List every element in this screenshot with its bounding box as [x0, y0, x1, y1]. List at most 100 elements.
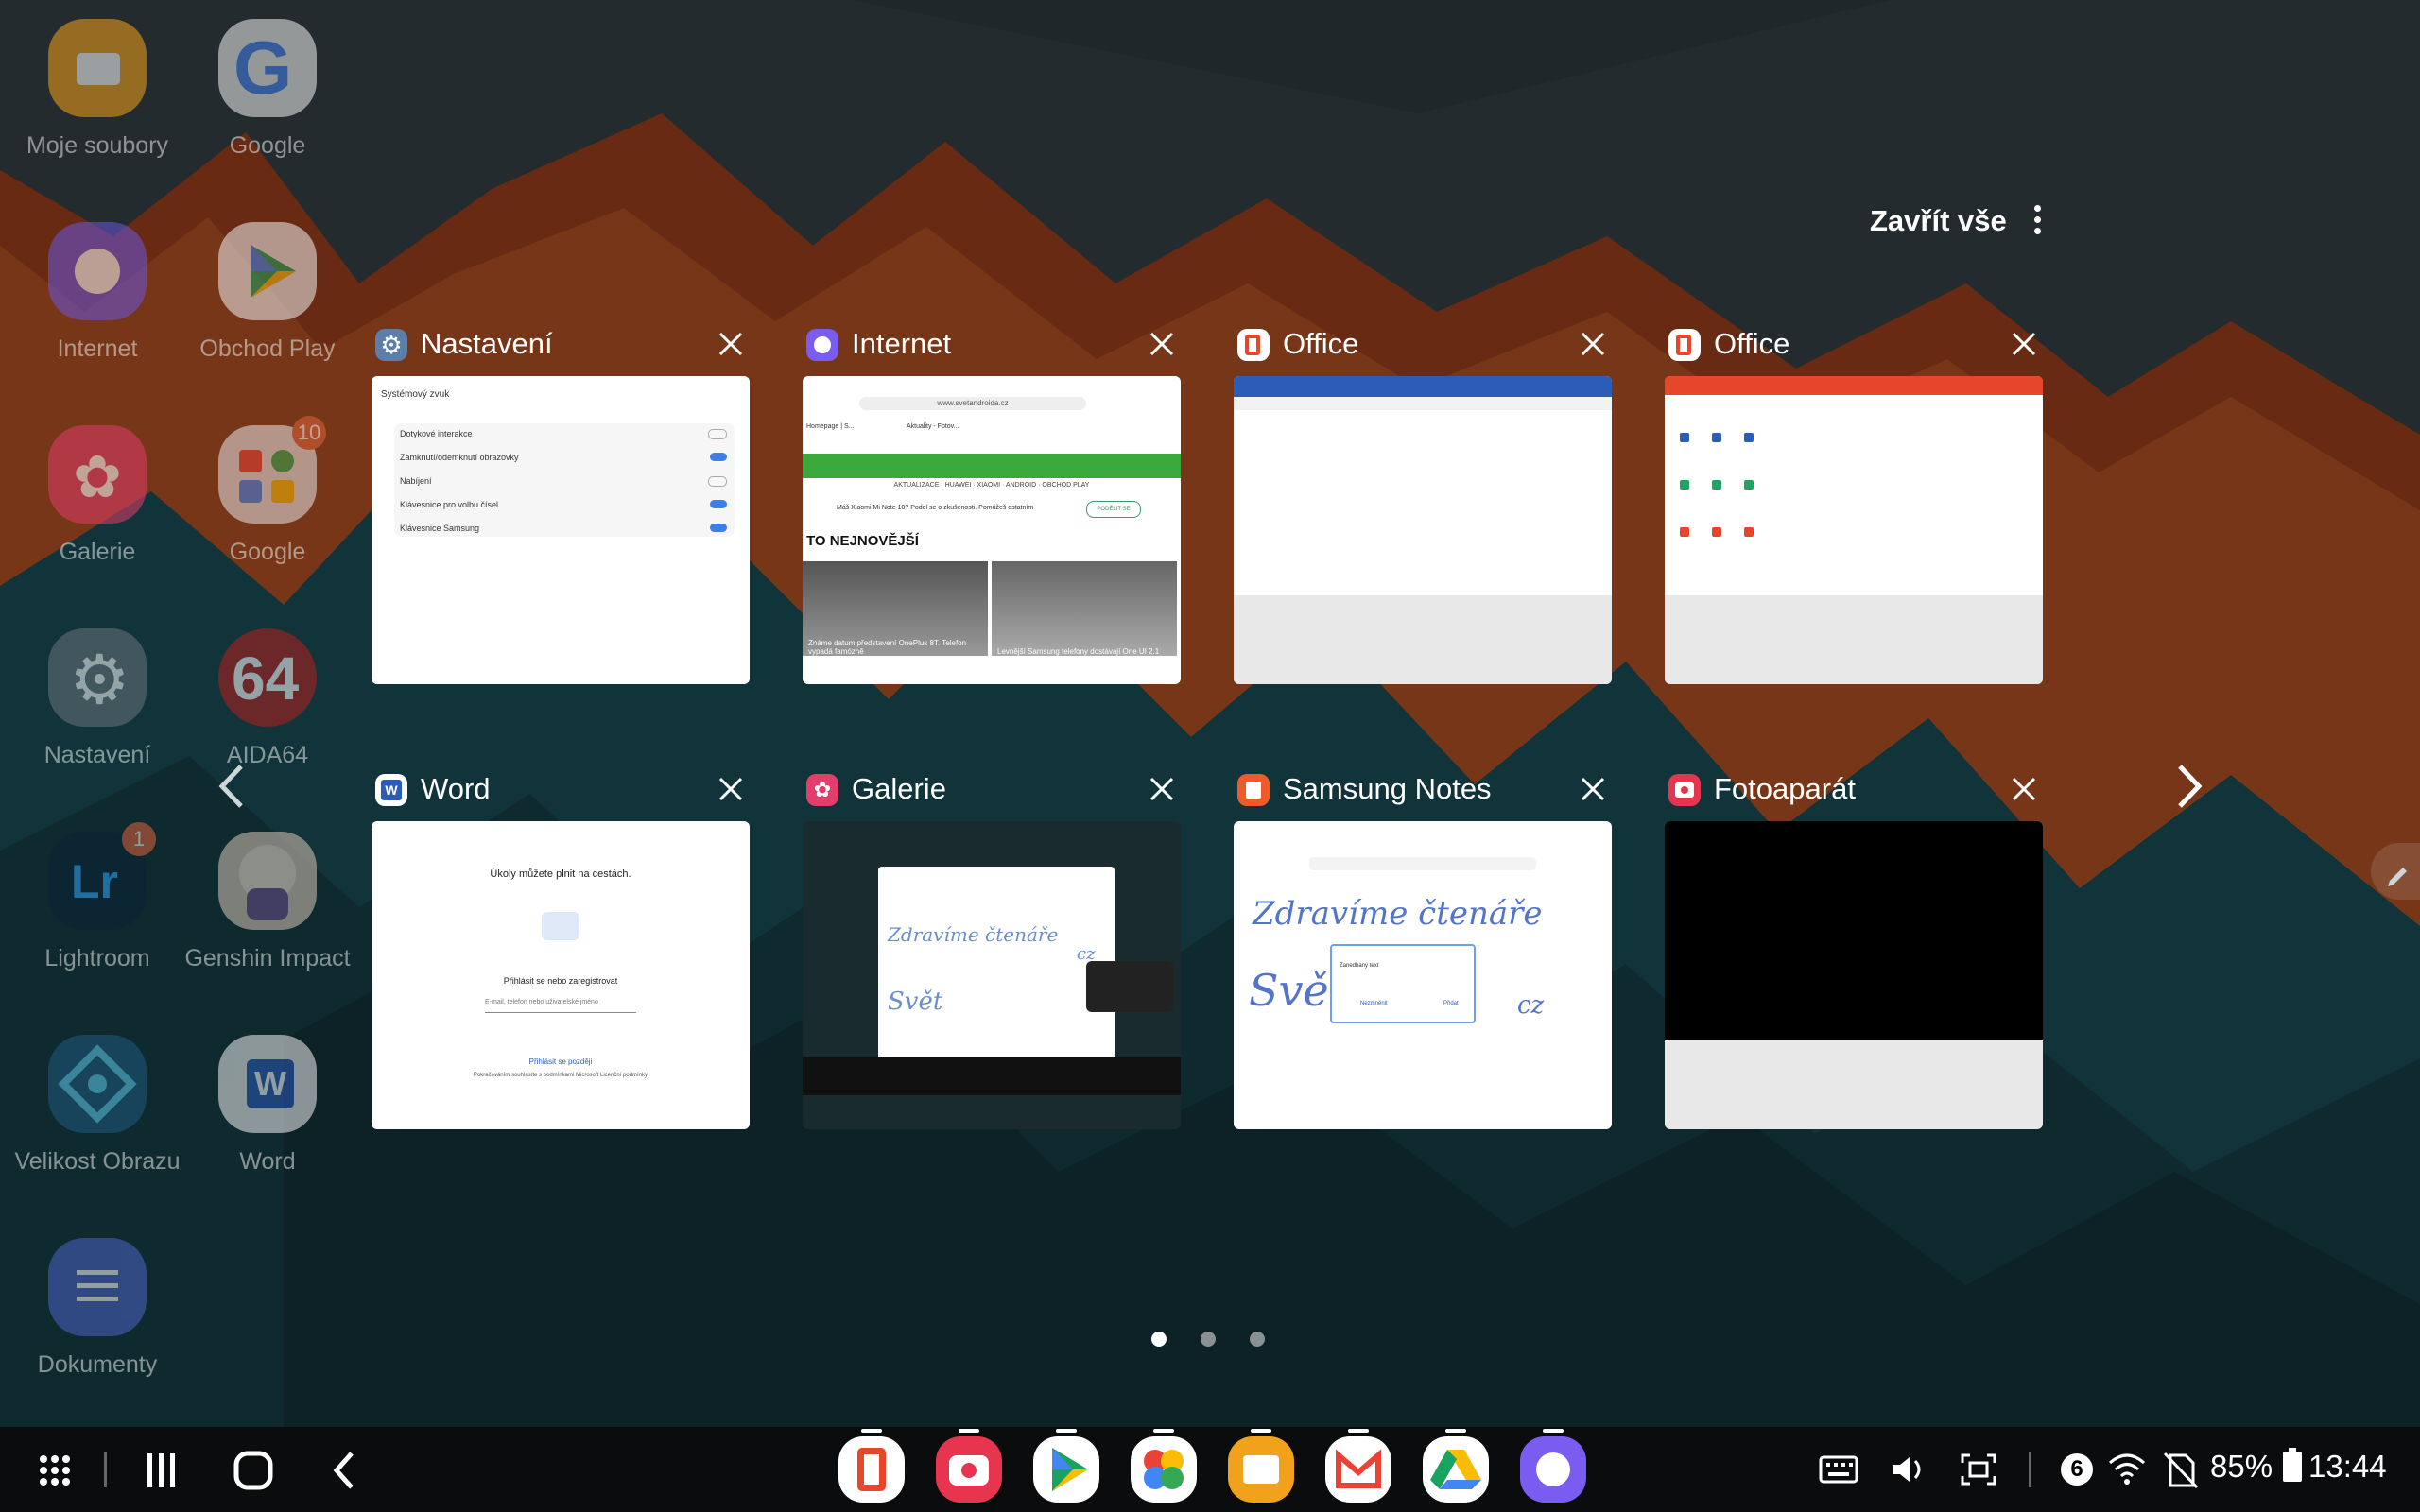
settings-icon: ⚙: [375, 329, 407, 361]
battery-icon: [2283, 1448, 2302, 1482]
text-box-dialog: Zanedbaný text Nezmněnit Přidat: [1330, 944, 1476, 1023]
app-settings[interactable]: ⚙ Nastavení: [12, 628, 182, 772]
app-thumbnail[interactable]: Zdravíme čtenáře Svět cz Zanedbaný text …: [1234, 821, 1612, 1129]
no-sim-icon: [2163, 1452, 2199, 1489]
drive-icon: [1430, 1450, 1481, 1489]
chevron-left-icon[interactable]: [209, 753, 256, 819]
toggle-on: [710, 500, 727, 508]
wifi-icon: [2109, 1453, 2145, 1485]
app-word[interactable]: W Word: [182, 1035, 353, 1178]
app-gallery[interactable]: ✿ Galerie: [12, 425, 182, 569]
notification-count-badge[interactable]: 6: [2061, 1453, 2093, 1486]
close-icon[interactable]: [1574, 325, 1612, 363]
recent-card-internet[interactable]: Internet www.svetandroida.cz Homepage | …: [803, 318, 1181, 684]
close-icon[interactable]: [1143, 770, 1181, 808]
office-header: [1665, 376, 2043, 395]
close-icon[interactable]: [1574, 770, 1612, 808]
recent-card-camera[interactable]: Fotoaparát: [1665, 763, 2043, 1129]
taskbar-divider: [104, 1452, 107, 1487]
page-dot-active[interactable]: [1151, 1332, 1167, 1347]
close-icon[interactable]: [2005, 770, 2043, 808]
app-thumbnail[interactable]: [1665, 821, 2043, 1129]
dock-samsung-internet[interactable]: [1520, 1429, 1586, 1503]
popup-panel: [1086, 961, 1173, 1012]
screen-capture-icon[interactable]: [1955, 1448, 2002, 1491]
office-icon: [1237, 329, 1270, 361]
app-aida64[interactable]: 64 AIDA64: [182, 628, 353, 772]
word-icon: W: [375, 774, 407, 806]
app-thumbnail[interactable]: Systémový zvuk Dotykové interakce Zamknu…: [372, 376, 750, 684]
dock-office[interactable]: [838, 1429, 905, 1503]
card-title: Word: [421, 772, 491, 805]
battery-percent: 85%: [2210, 1449, 2273, 1484]
app-google-folder[interactable]: 10 Google: [182, 416, 353, 569]
page-dot[interactable]: [1201, 1332, 1216, 1347]
close-icon[interactable]: [1143, 325, 1181, 363]
gallery-icon: ✿: [806, 774, 838, 806]
dock-play-store[interactable]: [1033, 1429, 1099, 1503]
folder-icon: [48, 19, 147, 117]
gear-icon: ⚙: [48, 628, 147, 727]
ribbon-toolbar: [1234, 397, 1612, 410]
card-title: Office: [1283, 327, 1359, 360]
app-thumbnail[interactable]: Úkoly můžete plnit na cestách. Přihlásit…: [372, 821, 750, 1129]
dock-my-files[interactable]: [1228, 1429, 1294, 1503]
recent-card-settings[interactable]: ⚙ Nastavení Systémový zvuk Dotykové inte…: [372, 318, 750, 684]
document-icon: [48, 1238, 147, 1336]
volume-icon[interactable]: [1885, 1448, 1932, 1491]
app-google[interactable]: G Google: [182, 19, 353, 163]
pencil-icon: [2388, 868, 2407, 886]
card-title: Internet: [852, 327, 952, 360]
app-genshin-impact[interactable]: Genshin Impact: [182, 832, 353, 975]
dock-gmail[interactable]: [1325, 1429, 1392, 1503]
taskbar-divider: [2029, 1452, 2031, 1487]
dock-google-photos[interactable]: [1131, 1429, 1197, 1503]
close-icon[interactable]: [712, 325, 750, 363]
keyboard-icon[interactable]: [1815, 1448, 1862, 1491]
recent-card-gallery[interactable]: ✿ Galerie Zdravíme čtenáře Svět cz: [803, 763, 1181, 1129]
app-play-store[interactable]: Obchod Play: [182, 222, 353, 366]
app-documents[interactable]: Dokumenty: [12, 1238, 182, 1382]
recent-card-word[interactable]: W Word Úkoly můžete plnit na cestách. Př…: [372, 763, 750, 1129]
app-thumbnail[interactable]: [1234, 376, 1612, 684]
office-icon: [857, 1448, 886, 1491]
recent-card-samsung-notes[interactable]: Samsung Notes Zdravíme čtenáře Svět cz Z…: [1234, 763, 1612, 1129]
page-dot[interactable]: [1250, 1332, 1265, 1347]
app-thumbnail[interactable]: [1665, 376, 2043, 684]
close-icon[interactable]: [2005, 325, 2043, 363]
url-bar: www.svetandroida.cz: [859, 397, 1086, 410]
flower-icon: ✿: [48, 425, 147, 524]
article-image: Levnější Samsung telefony dostávají One …: [992, 561, 1177, 656]
app-thumbnail[interactable]: Zdravíme čtenáře Svět cz: [803, 821, 1181, 1129]
edge-panel-handle[interactable]: [2371, 843, 2420, 900]
article-image: Známe datum představení OnePlus 8T. Tele…: [803, 561, 988, 656]
close-icon[interactable]: [712, 770, 750, 808]
back-icon[interactable]: [318, 1444, 374, 1497]
dock-camera[interactable]: [936, 1429, 1002, 1503]
thumb-header: Systémový zvuk: [381, 389, 450, 400]
office-icon: [1668, 329, 1701, 361]
samsung-internet-icon: [48, 222, 147, 320]
play-store-icon: [1052, 1448, 1088, 1491]
app-image-size[interactable]: Velikost Obrazu: [12, 1035, 182, 1178]
samsung-internet-icon: [806, 329, 838, 361]
chevron-right-icon[interactable]: [2165, 753, 2212, 819]
samsung-notes-icon: [1237, 774, 1270, 806]
app-internet[interactable]: Internet: [12, 222, 182, 366]
recents-icon[interactable]: [132, 1444, 189, 1497]
more-options-icon[interactable]: [2023, 200, 2051, 242]
app-thumbnail[interactable]: www.svetandroida.cz Homepage | S... Aktu…: [803, 376, 1181, 684]
google-folder-icon: 10: [218, 416, 326, 524]
home-icon[interactable]: [225, 1444, 282, 1497]
toggle-on: [710, 453, 727, 461]
camera-viewfinder: [1665, 821, 2043, 1040]
dock-google-drive[interactable]: [1423, 1429, 1489, 1503]
illustration: [542, 912, 579, 940]
app-my-files[interactable]: Moje soubory: [12, 19, 182, 163]
close-all-button[interactable]: Zavřít vše: [1870, 204, 2007, 238]
recent-card-office[interactable]: Office: [1665, 318, 2043, 684]
recent-card-office-word[interactable]: Office: [1234, 318, 1612, 684]
pinwheel-icon: [1144, 1450, 1184, 1489]
app-lightroom[interactable]: Lr 1 Lightroom: [12, 822, 182, 975]
app-drawer-icon[interactable]: [26, 1444, 83, 1497]
